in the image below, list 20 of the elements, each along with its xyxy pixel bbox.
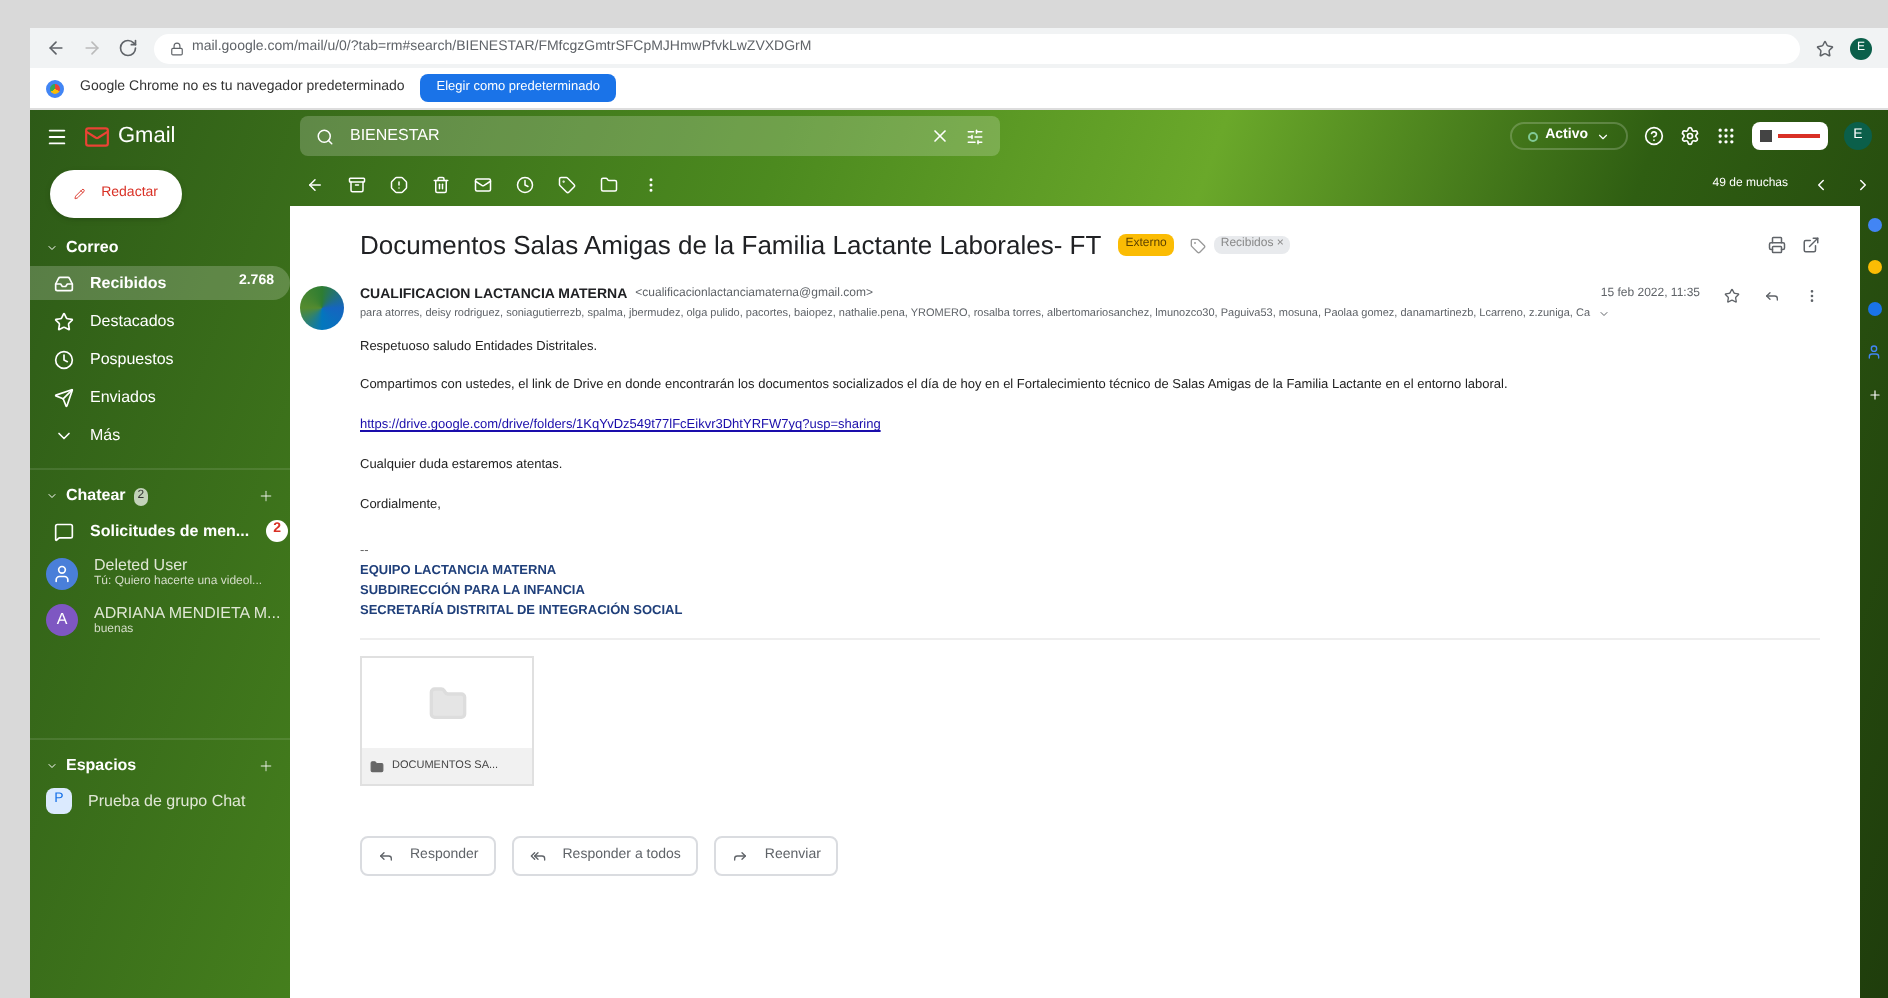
email-subject: Documentos Salas Amigas de la Familia Lactante Laborales- FT [360,228,1102,264]
folder-label: Destacados [90,309,177,333]
gmail-logo[interactable]: Gmail [84,119,284,153]
sidebar-item[interactable]: Más [30,418,290,452]
folder-label: Solicitudes de men... [90,519,250,543]
folder-label: Más [90,423,123,447]
chat-name: Prueba de grupo Chat [88,791,246,811]
search-field[interactable]: BIENESTAR [300,116,1000,156]
chat-name: ADRIANA MENDIETA M... [94,603,281,623]
sidebar-item[interactable]: Destacados [30,304,290,338]
section-title: Correo [66,236,119,260]
sidebar-item[interactable]: Enviados [30,380,290,414]
folder-label: Pospuestos [90,347,176,371]
sidebar-item[interactable]: Pospuestos [30,342,290,376]
folder-label: Recibidos [90,271,169,295]
chat-name: Deleted User [94,556,190,575]
folder-label: Enviados [90,385,158,409]
avatar-icon: A [46,604,78,637]
section-title: Espacios [66,754,137,778]
section-title: Chatear [66,484,126,508]
